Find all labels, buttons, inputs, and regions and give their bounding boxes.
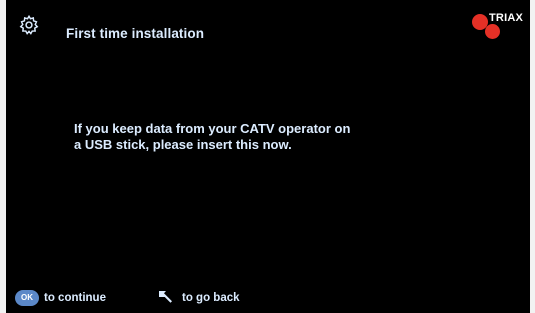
- triax-logo: TRIAX: [472, 12, 526, 42]
- instruction-message: If you keep data from your CATV operator…: [74, 121, 494, 153]
- logo-dot: [485, 24, 500, 39]
- back-hint[interactable]: to go back: [156, 289, 240, 307]
- gear-icon: [19, 14, 39, 35]
- back-arrow-icon[interactable]: [156, 289, 174, 307]
- installation-screen: First time installation TRIAX If you kee…: [6, 0, 530, 313]
- ok-button-icon[interactable]: OK: [15, 290, 39, 306]
- continue-hint[interactable]: OK to continue: [15, 289, 106, 307]
- page-title: First time installation: [66, 26, 205, 41]
- message-line: If you keep data from your CATV operator…: [74, 121, 351, 136]
- back-label: to go back: [182, 292, 240, 304]
- message-line: a USB stick, please insert this now.: [74, 137, 292, 152]
- continue-label: to continue: [44, 292, 106, 304]
- logo-text: TRIAX: [489, 12, 523, 24]
